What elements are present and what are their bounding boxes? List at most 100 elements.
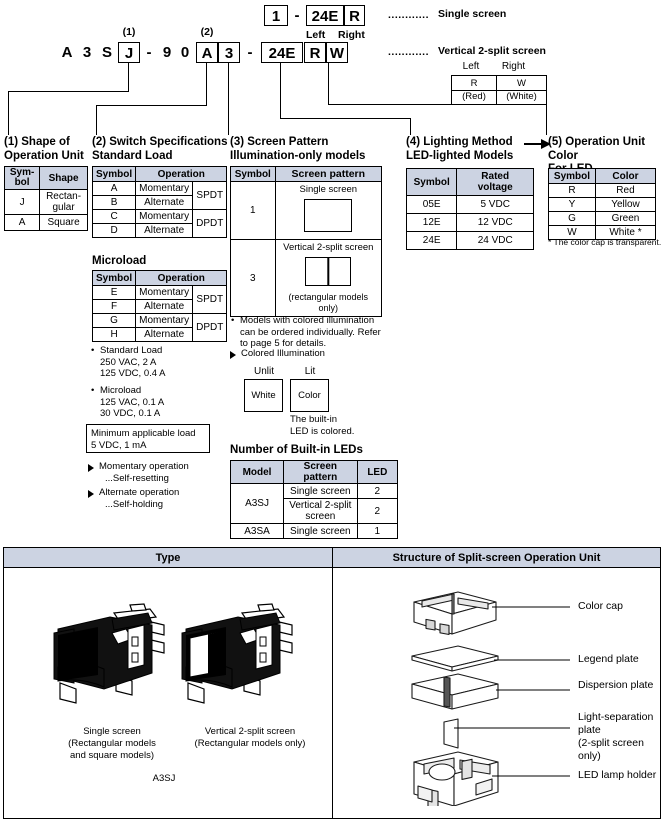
col4-th-voltage-l2: voltage <box>477 182 513 193</box>
col3-leds-heading: Number of Built-in LEDs <box>230 444 363 456</box>
structure-label-light-separation-plate: Light-separation plate (2-split screen o… <box>578 711 660 763</box>
leds-r0-model: A3SJ <box>229 483 285 524</box>
col5-r0-symbol: R <box>548 183 596 198</box>
model-number-breakdown: 1 - 24E R ............ Single screen Lef… <box>0 0 664 135</box>
col3-heading: (3) Screen Pattern Illumination-only mod… <box>230 136 390 163</box>
leader-line-1-h <box>8 91 129 93</box>
lr-right-symbol: W <box>496 75 547 91</box>
leds-r2-pattern: Single screen <box>283 523 358 539</box>
col3-builtin-l2: LED is colored. <box>290 425 355 437</box>
col2-min-load-box: Minimum applicable load 5 VDC, 1 mA <box>86 424 210 453</box>
leader-line-2-h <box>96 105 207 107</box>
leader-line-5-v2 <box>546 104 548 135</box>
col2-note-mic-l3: 30 VDC, 0.1 A <box>100 408 161 419</box>
col2-standard-table: Symbol Operation A Momentary SPDT B Alte… <box>91 166 228 238</box>
col2-std-r0-operation: Momentary <box>135 181 194 196</box>
lr-table-header-left: Left <box>462 61 480 72</box>
col2-minload-l2: 5 VDC, 1 mA <box>91 439 147 451</box>
dots-split-screen: ............ <box>388 46 430 58</box>
col3-builtin-note: The built-in LED is colored. <box>290 414 354 437</box>
structure-label-legend-plate: Legend plate <box>578 653 639 665</box>
type-caption-single-l3: and square models) <box>70 750 154 761</box>
col2-heading-line2: Standard Load <box>92 149 173 162</box>
col3-colored-illumination-heading: Colored Illumination <box>230 348 325 360</box>
col2-mic-r1-symbol: F <box>91 299 137 314</box>
type-caption-single-l2: (Rectangular models <box>68 738 156 749</box>
structure-label-led-lamp-holder: LED lamp holder <box>578 769 657 781</box>
col5-r2-symbol: G <box>548 211 596 226</box>
leader-line-5-h <box>328 104 547 106</box>
col4-r1-symbol: 12E <box>405 213 458 232</box>
leds-r1-pattern-l2: screen <box>305 511 336 522</box>
col2-mic-th-operation: Operation <box>135 270 228 286</box>
marker-1: (1) <box>122 26 136 38</box>
col4-th-symbol: Symbol <box>405 168 458 196</box>
col1-th-symbol: Sym- bol <box>3 166 41 190</box>
col3-r1-pattern-cell: Vertical 2-split screen (rectangular mod… <box>274 239 383 317</box>
model-box-switch-spec: A <box>196 42 218 63</box>
callout-single-screen: Single screen <box>438 8 507 20</box>
callout-split-screen: Vertical 2-split screen <box>438 45 546 57</box>
col2-mic-th-symbol: Symbol <box>91 270 137 286</box>
leds-r0-led: 2 <box>356 483 399 499</box>
leds-r1-led: 2 <box>356 498 399 524</box>
col2-mic-r3-operation: Alternate <box>135 327 194 342</box>
leds-th-model: Model <box>229 460 285 484</box>
col2-note-mic-l1: Microload <box>100 385 142 396</box>
col2-std-th-operation: Operation <box>135 166 228 182</box>
col1-row0-shape-l2: gular <box>52 202 75 213</box>
model-char-a: A <box>61 44 73 61</box>
col4-r1-voltage: 12 VDC <box>456 213 534 232</box>
lr-left-symbol: R <box>451 75 497 91</box>
col3-r1-symbol: 3 <box>230 239 276 317</box>
col1-row1-shape: Square <box>39 214 88 231</box>
col4-table: Symbol Rated voltage 05E 5 VDC 12E 12 VD… <box>405 168 534 250</box>
col2-std-r3-operation: Alternate <box>135 223 194 238</box>
model-box-color-left: R <box>304 42 326 63</box>
structure-label-lsp-l2: (2-split screen only) <box>578 737 644 762</box>
col3-note-colored-models: Models with colored illumination can be … <box>230 315 381 350</box>
col2-heading-line1: (2) Switch Specifications <box>92 136 228 148</box>
bottom-panel: Type Structure of Split-screen Operation… <box>3 547 661 819</box>
col2-std-r1-operation: Alternate <box>135 195 194 210</box>
col3-note-l2: can be ordered individually. Refer <box>240 326 381 338</box>
col3-note-l1: Models with colored illumination <box>240 315 375 326</box>
col3-th-pattern: Screen pattern <box>274 166 383 182</box>
col4-r0-symbol: 05E <box>405 195 458 214</box>
col5-r1-color: Yellow <box>594 197 657 212</box>
col2-note-std-l3: 125 VDC, 0.4 A <box>100 368 166 379</box>
lr-left-name: (Red) <box>451 90 497 105</box>
col3-table: Symbol Screen pattern 1 Single screen 3 … <box>230 166 383 317</box>
leader-line-3-v <box>228 63 230 135</box>
col5-r2-color: Green <box>594 211 657 226</box>
model-char-9: 9 <box>162 44 172 61</box>
leader-line-4-v <box>280 63 282 119</box>
structure-label-dispersion-plate: Dispersion plate <box>578 679 654 691</box>
col2-std-th-symbol: Symbol <box>91 166 137 182</box>
leader-line-4-h <box>280 118 411 120</box>
leds-r2-model: A3SA <box>229 523 285 539</box>
col3-heading-line1: (3) Screen Pattern <box>230 136 329 148</box>
col2-mic-r3-symbol: H <box>91 327 137 342</box>
lr-right-name: (White) <box>496 90 547 105</box>
model-char-0: 0 <box>180 44 190 61</box>
col1-row0-shape: Rectan- gular <box>39 189 88 215</box>
col1-heading-line1: (1) Shape of <box>4 136 70 148</box>
col3-unlit-box: White <box>244 379 283 412</box>
col1-heading-line2: Operation Unit <box>4 149 84 162</box>
leader-line-5-v <box>328 63 330 105</box>
structure-label-color-cap: Color cap <box>578 600 623 612</box>
col2-note-microload: Microload 125 VAC, 0.1 A 30 VDC, 0.1 A <box>90 385 164 420</box>
col2-tri-alternate: Alternate operation ...Self-holding <box>88 487 179 510</box>
label-left-bold: Left <box>306 29 326 41</box>
col3-lit-label: Lit <box>304 366 316 377</box>
model-box-screen-pattern: 3 <box>218 42 240 63</box>
col3-r0-caption: Single screen <box>299 184 358 195</box>
col1-th-symbol-l2: bol <box>14 177 30 188</box>
lr-table-header-right: Right <box>501 61 526 72</box>
model-box-single-screen-pattern: 1 <box>264 5 288 26</box>
bottom-vertical-divider <box>332 548 334 818</box>
leds-r0-pattern: Single screen <box>283 483 358 499</box>
col3-unlit-label: Unlit <box>253 366 274 377</box>
leds-r2-led: 1 <box>356 523 399 539</box>
